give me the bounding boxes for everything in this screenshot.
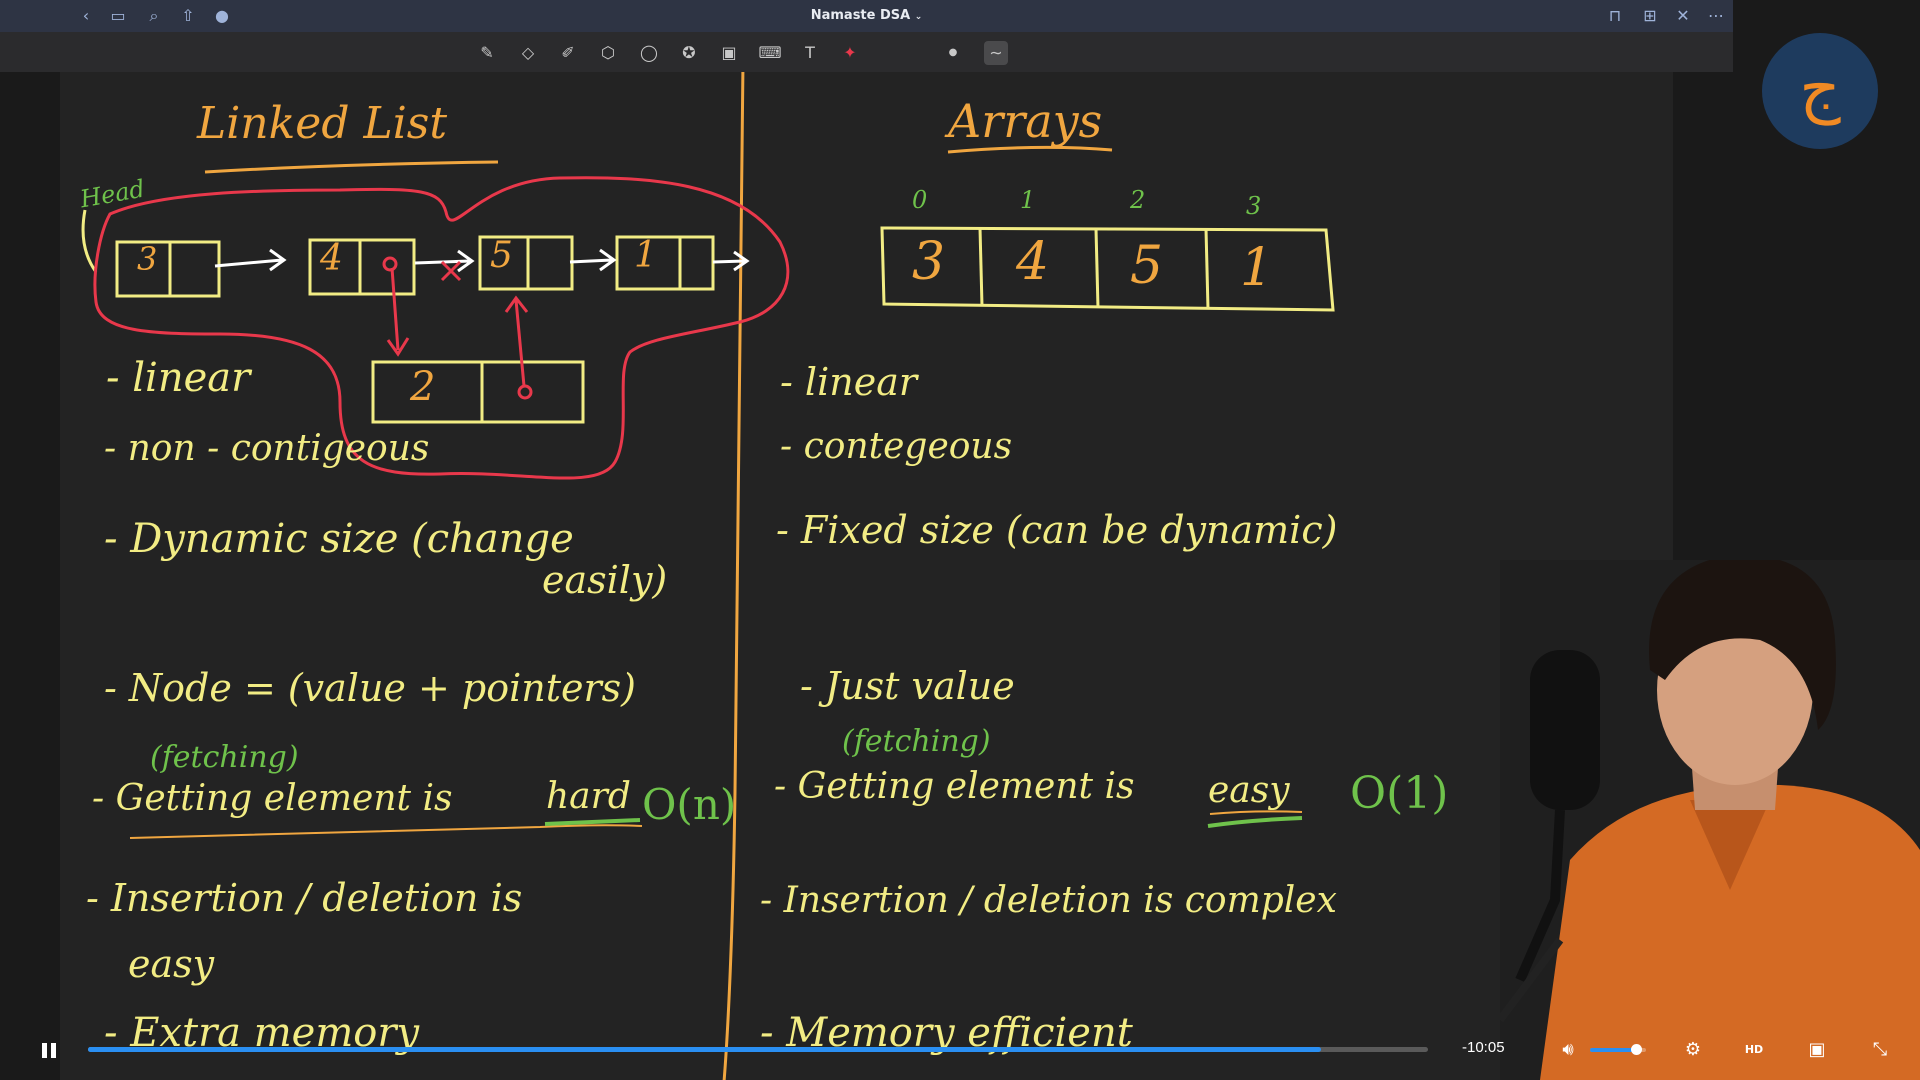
array-cell-value: 4	[1016, 232, 1050, 292]
array-index: 3	[1246, 192, 1262, 220]
picture-in-picture-icon[interactable]: ▣	[1805, 1038, 1829, 1062]
linked-list-heading: Linked List	[197, 98, 448, 149]
array-index: 0	[912, 186, 928, 214]
arr-fetching-note: (fetching)	[842, 724, 991, 759]
arr-point-just-value: - Just value	[800, 664, 1015, 708]
ll-node-value: 1	[634, 235, 657, 276]
presenter-webcam	[1500, 560, 1920, 1080]
ll-node-value: 4	[320, 238, 343, 279]
laser-pointer-icon[interactable]: ✦	[838, 41, 862, 65]
volume-slider[interactable]	[1590, 1044, 1646, 1055]
ll-point-hard: hard	[546, 776, 631, 817]
time-remaining: -10:05	[1462, 1039, 1505, 1056]
drawing-toolbar: ✎ ◇ ✐ ⬡ ◯ ✪ ▣ ⌨ T ✦ ● ∼	[0, 32, 1733, 72]
stroke-icon[interactable]: ∼	[984, 41, 1008, 65]
app-title-bar: ‹ ▭ ⌕ ⇧ ● Namaste DSA ⌄ ⊓ ⊞ ✕ ⋯	[0, 0, 1733, 32]
add-page-icon[interactable]: ⊞	[1640, 6, 1660, 26]
bookmark-icon[interactable]: ⊓	[1605, 6, 1625, 26]
ll-point-dynamic-size-cont: easily)	[542, 558, 668, 602]
more-icon[interactable]: ⋯	[1706, 6, 1726, 26]
arr-point-contiguous: - contegeous	[780, 426, 1013, 467]
ll-node-value: 5	[490, 235, 513, 276]
ll-inserted-node-value: 2	[410, 364, 436, 410]
sticker-icon[interactable]: ✪	[677, 41, 701, 65]
exit-fullscreen-icon[interactable]: ⤡	[1868, 1038, 1892, 1062]
array-cell-value: 1	[1240, 238, 1274, 298]
hd-icon[interactable]: HD	[1742, 1038, 1766, 1062]
divider-line	[722, 72, 745, 1080]
text-box-icon[interactable]: T	[798, 41, 822, 65]
shapes-icon[interactable]: ⬡	[596, 41, 620, 65]
dot-icon[interactable]: ●	[941, 41, 965, 65]
ll-complexity: O(n)	[642, 780, 737, 829]
eraser-icon[interactable]: ◇	[516, 41, 540, 65]
highlighter-icon[interactable]: ✐	[556, 41, 580, 65]
volume-icon[interactable]: 🔊︎	[1556, 1038, 1580, 1062]
array-index: 1	[1020, 186, 1036, 214]
arrays-heading: Arrays	[948, 94, 1103, 148]
document-title[interactable]: Namaste DSA ⌄	[0, 8, 1733, 23]
array-index: 2	[1130, 186, 1146, 214]
progress-bar[interactable]	[88, 1047, 1428, 1052]
arr-complexity: O(1)	[1350, 768, 1449, 819]
ink-drawing	[81, 72, 1335, 1080]
ll-point-non-contiguous: - non - contigeous	[104, 428, 430, 469]
arr-point-getting-element: - Getting element is	[774, 766, 1135, 807]
arr-point-fixed-size: - Fixed size (can be dynamic)	[776, 508, 1338, 552]
pen-icon[interactable]: ✎	[475, 41, 499, 65]
progress-played	[88, 1047, 1321, 1052]
ll-node-value: 3	[137, 240, 158, 278]
ll-point-insertion-cont: easy	[128, 942, 215, 986]
close-icon[interactable]: ✕	[1673, 6, 1693, 26]
ll-point-getting-element: - Getting element is	[92, 778, 453, 819]
ll-point-dynamic-size: - Dynamic size (change	[104, 516, 574, 562]
ll-point-insertion: - Insertion / deletion is	[86, 876, 523, 920]
settings-icon[interactable]: ⚙	[1681, 1038, 1705, 1062]
arr-point-linear: - linear	[780, 360, 918, 404]
volume-knob[interactable]	[1630, 1044, 1642, 1055]
channel-logo: ج	[1762, 33, 1878, 149]
ll-point-linear: - linear	[106, 355, 251, 401]
pause-icon[interactable]	[40, 1040, 60, 1060]
image-icon[interactable]: ▣	[717, 41, 741, 65]
ll-point-node: - Node = (value + pointers)	[104, 666, 636, 710]
arr-point-insertion: - Insertion / deletion is complex	[760, 880, 1337, 921]
keyboard-icon[interactable]: ⌨	[758, 41, 782, 65]
array-cell-value: 5	[1130, 236, 1164, 296]
ll-fetching-note: (fetching)	[150, 740, 299, 775]
volume-level	[1590, 1048, 1636, 1052]
video-controls: -10:05 🔊︎ ⚙ HD ▣ ⤡	[0, 1030, 1920, 1080]
arr-point-easy: easy	[1208, 770, 1290, 811]
array-cell-value: 3	[912, 232, 946, 292]
lasso-icon[interactable]: ◯	[637, 41, 661, 65]
